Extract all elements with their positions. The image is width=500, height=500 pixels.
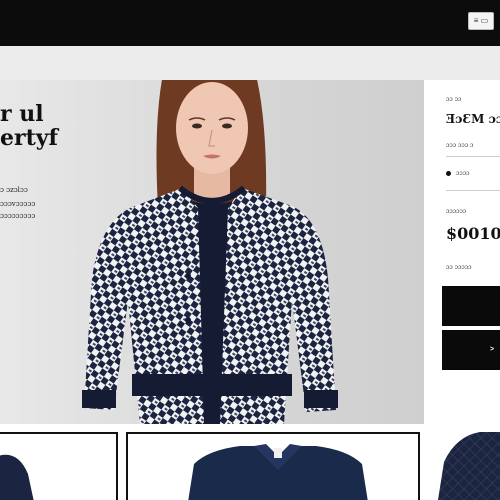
product-title: ƎɔƐM ɔɔ xyxy=(446,112,500,126)
hero-text-line: ɔ ɔzɔlɔɔ xyxy=(0,186,28,194)
thumbnail-3[interactable] xyxy=(430,432,500,500)
model-photo xyxy=(82,80,338,424)
price-caption: ɔɔɔɔɔɔ xyxy=(446,208,467,215)
price-note: ɔɔ ɔɔɔɔɔ xyxy=(446,264,472,271)
hero-banner: r ul ertyf ɔ ɔzɔlɔɔ ɔɔɔvɔɔɔɔɔ ɔɔɔɔɔɔɔɔɔ xyxy=(0,80,424,424)
thumbnail-1[interactable] xyxy=(0,432,118,500)
product-price: $0010 xyxy=(446,224,500,243)
add-to-cart-button[interactable] xyxy=(442,286,500,326)
quilted-jacket-thumb-image xyxy=(438,432,500,500)
sub-header-strip xyxy=(0,46,500,80)
thumbnail-2[interactable] xyxy=(126,432,420,500)
divider xyxy=(446,190,500,191)
product-info-panel: ɔɔ ɔɔ ƎɔƐM ɔɔ ɔɔɔ ɔɔɔ ɔ ɔɔɔɔ ɔɔɔɔɔɔ $001… xyxy=(424,80,500,424)
color-swatch[interactable] xyxy=(446,171,451,176)
product-subtitle: ɔɔɔ ɔɔɔ ɔ xyxy=(446,142,474,149)
jacket-thumb-image xyxy=(0,454,34,500)
product-eyebrow: ɔɔ ɔɔ xyxy=(446,96,462,103)
secondary-action-button[interactable]: > xyxy=(442,330,500,370)
menu-button[interactable]: ≡ ▭ xyxy=(468,12,494,30)
top-bar: ≡ ▭ xyxy=(0,0,500,46)
hero-text-line: ɔɔɔɔɔɔɔɔɔ xyxy=(0,212,36,220)
shirt-thumb-image xyxy=(188,444,368,500)
hero-text-line: ɔɔɔvɔɔɔɔɔ xyxy=(0,200,36,208)
swatch-label: ɔɔɔɔ xyxy=(456,170,470,177)
hero-title: r ul ertyf xyxy=(0,101,58,151)
divider xyxy=(446,156,500,157)
